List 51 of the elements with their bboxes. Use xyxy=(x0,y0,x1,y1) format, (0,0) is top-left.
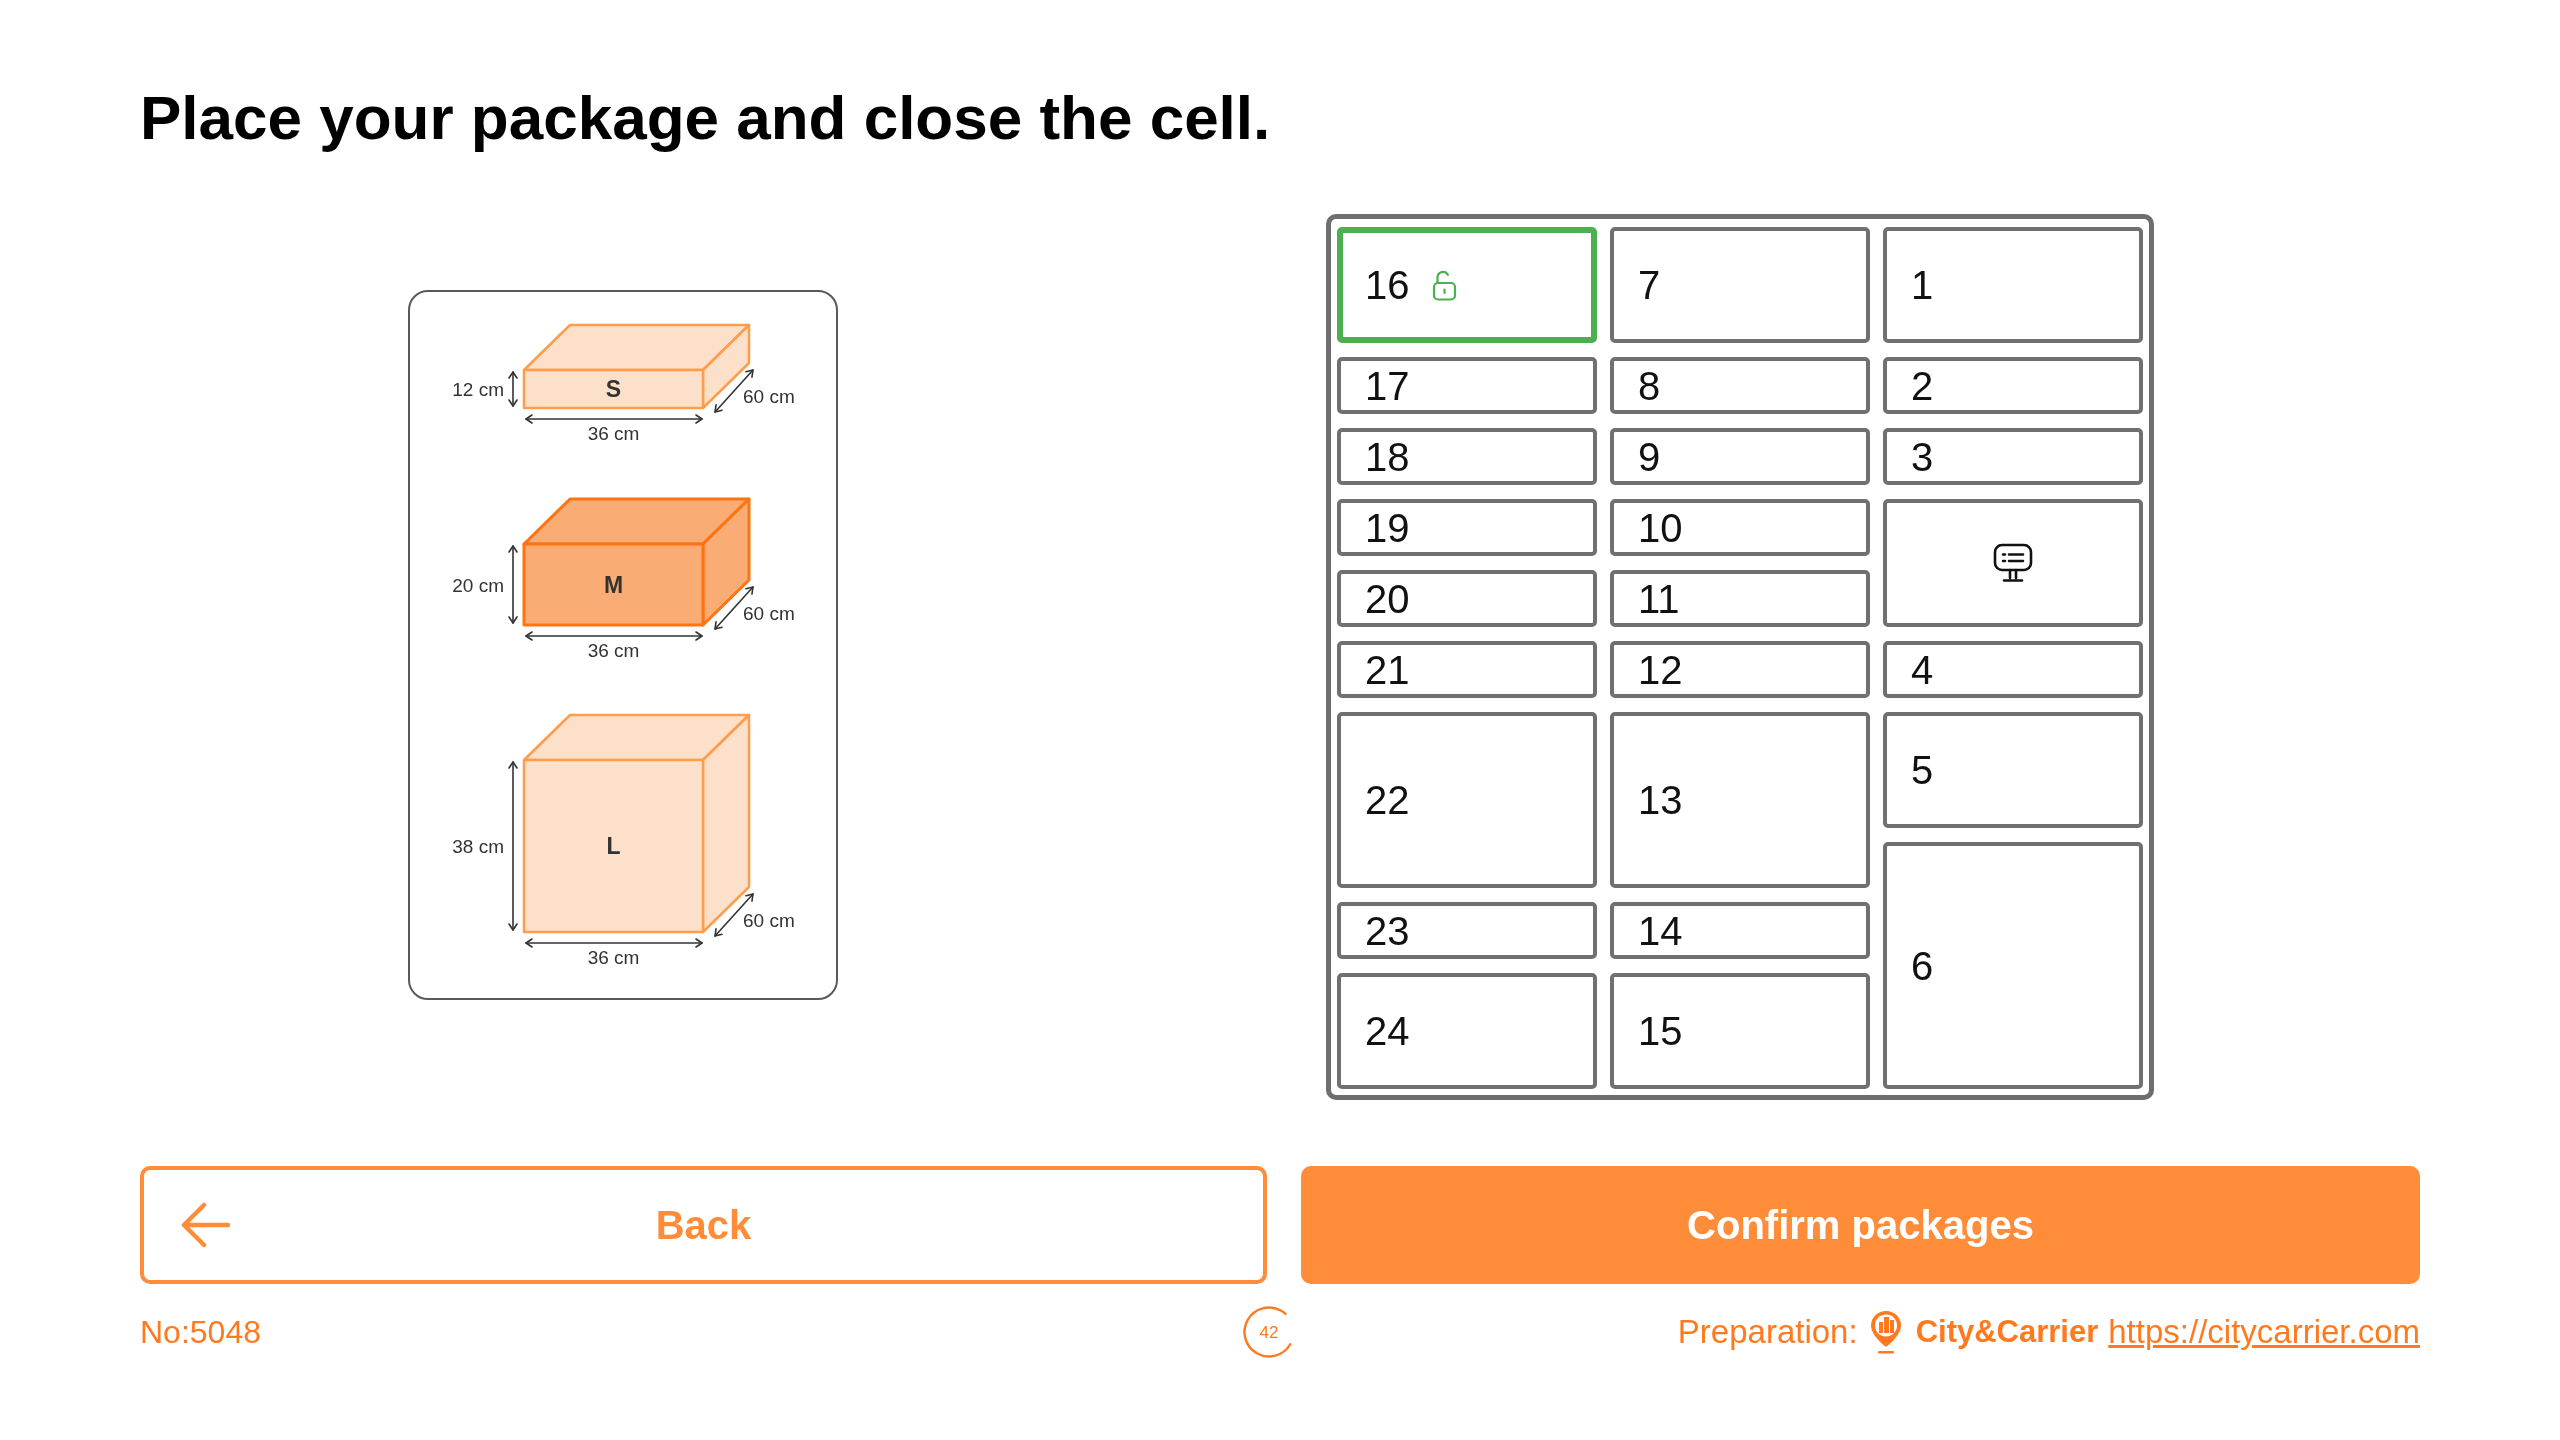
dimension-label: 12 cm xyxy=(452,379,504,400)
compartment-number: 9 xyxy=(1638,436,1661,477)
countdown-seconds: 42 xyxy=(1259,1323,1279,1341)
compartment-number: 24 xyxy=(1365,1011,1410,1051)
compartment-number: 2 xyxy=(1911,365,1934,406)
dimension-label: 60 cm xyxy=(743,603,795,624)
compartment-number: 3 xyxy=(1911,436,1934,477)
compartment-number: 18 xyxy=(1365,436,1410,477)
compartment-number: 19 xyxy=(1365,507,1410,548)
dimension-label: 36 cm xyxy=(587,423,640,444)
double-arrow-icon xyxy=(525,631,703,641)
double-arrow-icon xyxy=(525,938,703,948)
compartment-number: 5 xyxy=(1911,750,1934,790)
website-link[interactable]: https://citycarrier.com xyxy=(2108,1307,2420,1357)
double-arrow-icon xyxy=(508,371,518,407)
compartment-number: 20 xyxy=(1365,578,1410,619)
compartment-number: 1 xyxy=(1911,265,1934,305)
size-letter: L xyxy=(606,833,621,859)
dimension-label: 60 cm xyxy=(743,910,795,931)
compartment-number: 10 xyxy=(1638,507,1683,548)
dimension-label: 60 cm xyxy=(743,386,795,407)
confirm-button[interactable]: Confirm packages xyxy=(1301,1166,2420,1284)
compartment-number: 8 xyxy=(1638,365,1661,406)
compartment-number: 17 xyxy=(1365,365,1410,406)
dimension-label: 38 cm xyxy=(452,836,504,857)
compartment-number: 4 xyxy=(1911,649,1934,690)
compartment-number: 6 xyxy=(1911,945,1934,986)
display-screen-icon xyxy=(1993,543,2033,583)
compartment-number: 7 xyxy=(1638,265,1661,305)
back-button[interactable]: Back xyxy=(140,1166,1267,1284)
order-number: No:5048 xyxy=(140,1313,261,1352)
compartment-number: 15 xyxy=(1638,1011,1683,1051)
double-arrow-icon xyxy=(525,414,703,424)
compartment-number: 13 xyxy=(1638,780,1683,820)
size-letter: M xyxy=(603,571,624,598)
compartment-number: 23 xyxy=(1365,910,1410,951)
size-letter: S xyxy=(605,376,622,402)
double-arrow-icon xyxy=(508,761,518,931)
compartment-number: 22 xyxy=(1365,780,1410,820)
preparation-label: Preparation: xyxy=(1677,1312,1858,1353)
arrow-left-icon xyxy=(181,1200,231,1250)
compartment-number: 11 xyxy=(1638,578,1680,619)
dimension-label: 36 cm xyxy=(587,947,640,968)
compartment-number: 14 xyxy=(1638,910,1683,951)
compartment-number: 21 xyxy=(1365,649,1410,690)
logo-text: City&Carrier xyxy=(1915,1312,2099,1351)
dimension-label: 20 cm xyxy=(452,574,504,596)
double-arrow-icon xyxy=(508,545,518,624)
dimension-label: 36 cm xyxy=(587,640,640,661)
compartment-number: 12 xyxy=(1638,649,1683,690)
compartment-number: 16 xyxy=(1365,265,1410,305)
